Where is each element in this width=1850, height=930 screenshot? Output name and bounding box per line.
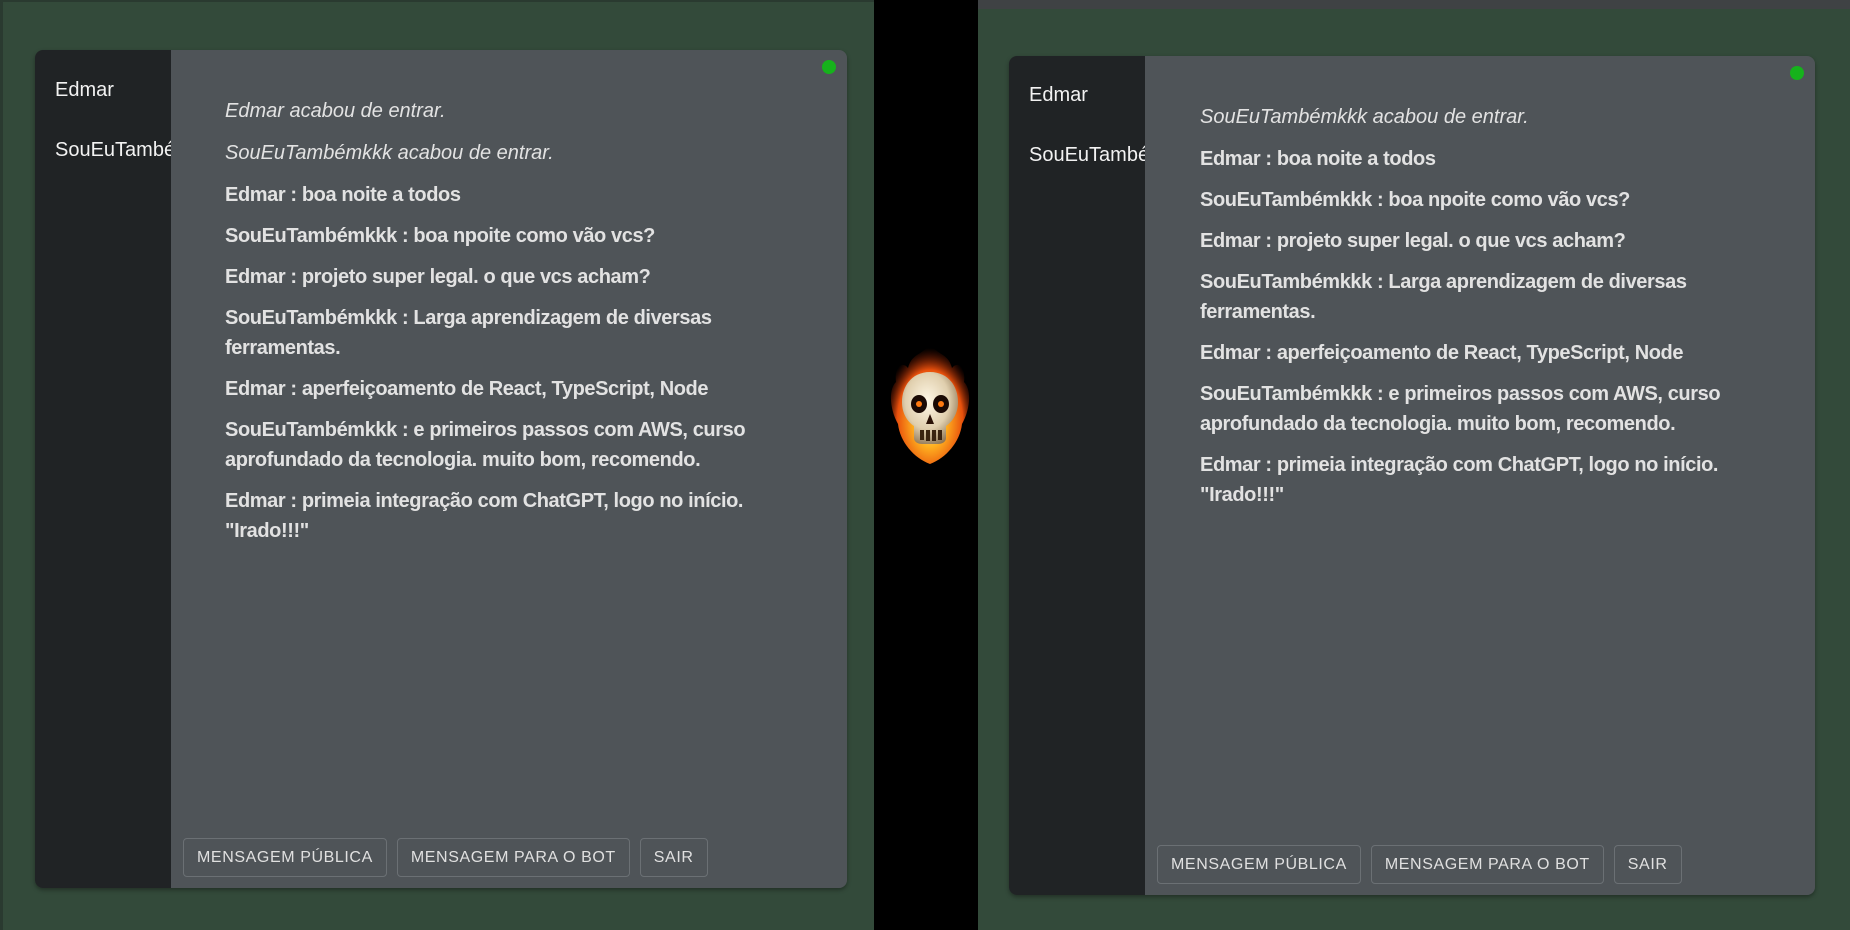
window-top-bar (978, 0, 1850, 9)
message-list: SouEuTambémkkk acabou de entrar. Edmar :… (1200, 102, 1801, 521)
public-message-button[interactable]: MENSAGEM PÚBLICA (183, 838, 387, 877)
chat-message: SouEuTambémkkk : e primeiros passos com … (1200, 383, 1721, 435)
chat-message: Edmar : boa noite a todos (1200, 148, 1436, 170)
online-status-icon (822, 60, 836, 74)
exit-button[interactable]: SAIR (1613, 845, 1682, 884)
user-list-item[interactable]: Edmar (55, 79, 114, 102)
user-list-item[interactable]: SouEuTambémkkk (1029, 144, 1145, 167)
online-status-icon (1790, 66, 1804, 80)
chat-message: Edmar : aperfeiçoamento de React, TypeSc… (1200, 342, 1684, 364)
chat-container: Edmar SouEuTambémkkk Edmar acabou de ent… (35, 50, 847, 888)
user-list-item[interactable]: SouEuTambémkkk (55, 139, 171, 162)
chat-message: Edmar : primeia integração com ChatGPT, … (1200, 454, 1719, 506)
chat-message: SouEuTambémkkk : boa npoite como vão vcs… (225, 225, 655, 247)
message-area: Edmar acabou de entrar. SouEuTambémkkk a… (171, 50, 847, 888)
action-buttons: MENSAGEM PÚBLICA MENSAGEM PARA O BOT SAI… (183, 838, 708, 877)
user-list-sidebar: Edmar SouEuTambémkkk (1009, 56, 1145, 895)
chat-message: Edmar : projeto super legal. o que vcs a… (1200, 230, 1626, 252)
join-notice: Edmar acabou de entrar. (225, 100, 446, 122)
action-buttons: MENSAGEM PÚBLICA MENSAGEM PARA O BOT SAI… (1157, 845, 1682, 884)
chat-message: SouEuTambémkkk : Larga aprendizagem de d… (225, 307, 712, 359)
bot-message-button[interactable]: MENSAGEM PARA O BOT (1370, 845, 1604, 884)
chat-message: SouEuTambémkkk : e primeiros passos com … (225, 419, 746, 471)
chat-message: SouEuTambémkkk : boa npoite como vão vcs… (1200, 189, 1630, 211)
message-list: Edmar acabou de entrar. SouEuTambémkkk a… (225, 96, 831, 557)
join-notice: SouEuTambémkkk acabou de entrar. (225, 142, 554, 164)
exit-button[interactable]: SAIR (639, 838, 708, 877)
chat-message: Edmar : primeia integração com ChatGPT, … (225, 490, 744, 542)
public-message-button[interactable]: MENSAGEM PÚBLICA (1157, 845, 1361, 884)
message-area: SouEuTambémkkk acabou de entrar. Edmar :… (1145, 56, 1815, 895)
chat-message: Edmar : aperfeiçoamento de React, TypeSc… (225, 378, 709, 400)
left-chat-window: Edmar SouEuTambémkkk Edmar acabou de ent… (0, 0, 874, 930)
flaming-skull-icon (890, 342, 970, 464)
chat-container: Edmar SouEuTambémkkk SouEuTambémkkk acab… (1009, 56, 1815, 895)
join-notice: SouEuTambémkkk acabou de entrar. (1200, 106, 1529, 128)
right-chat-window: Edmar SouEuTambémkkk SouEuTambémkkk acab… (978, 0, 1850, 930)
user-list-sidebar: Edmar SouEuTambémkkk (35, 50, 171, 888)
chat-message: Edmar : projeto super legal. o que vcs a… (225, 266, 651, 288)
chat-message: SouEuTambémkkk : Larga aprendizagem de d… (1200, 271, 1687, 323)
bot-message-button[interactable]: MENSAGEM PARA O BOT (396, 838, 630, 877)
chat-message: Edmar : boa noite a todos (225, 184, 461, 206)
user-list-item[interactable]: Edmar (1029, 84, 1088, 107)
